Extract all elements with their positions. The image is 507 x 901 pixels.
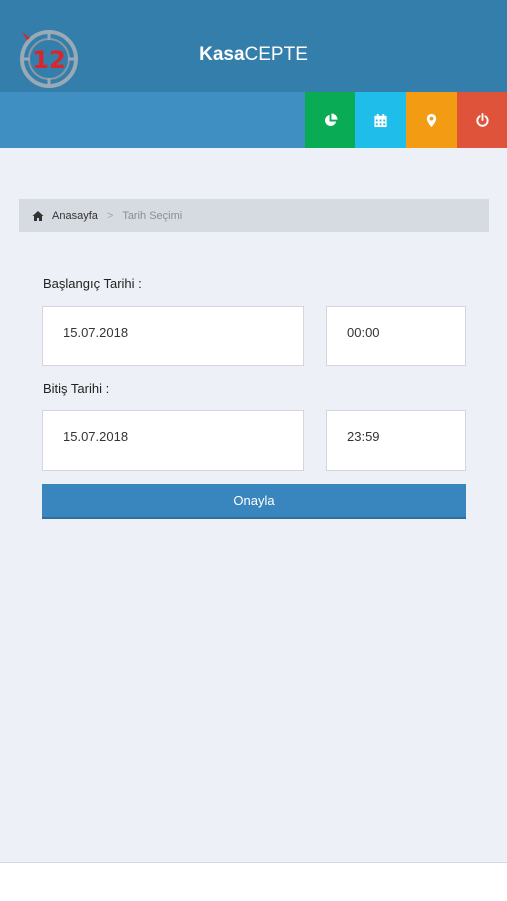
home-icon[interactable] bbox=[32, 210, 44, 222]
app-title-light: CEPTE bbox=[244, 44, 308, 65]
confirm-button[interactable]: Onayla bbox=[42, 484, 466, 519]
end-date-label: Bitiş Tarihi : bbox=[43, 381, 110, 396]
pie-chart-icon bbox=[324, 112, 338, 126]
map-marker-icon bbox=[426, 113, 437, 127]
start-date-input[interactable]: 15.07.2018 bbox=[42, 306, 304, 366]
start-time-input[interactable]: 00:00 bbox=[326, 306, 466, 366]
power-icon bbox=[475, 112, 489, 127]
logout-button[interactable] bbox=[457, 92, 507, 148]
end-date-input[interactable]: 15.07.2018 bbox=[42, 410, 304, 471]
app-header: 12 KasaCEPTE bbox=[0, 0, 507, 92]
calendar-button[interactable] bbox=[355, 92, 406, 148]
toolbar bbox=[0, 92, 507, 148]
footer bbox=[0, 862, 507, 901]
app-title-bold: Kasa bbox=[199, 44, 245, 65]
breadcrumb-home-link[interactable]: Anasayfa bbox=[52, 210, 98, 222]
start-date-label: Başlangıç Tarihi : bbox=[43, 276, 142, 291]
breadcrumb: Anasayfa > Tarih Seçimi bbox=[19, 199, 489, 232]
stats-button[interactable] bbox=[305, 92, 355, 148]
breadcrumb-separator: > bbox=[106, 209, 114, 222]
calendar-icon bbox=[374, 113, 387, 127]
end-time-input[interactable]: 23:59 bbox=[326, 410, 466, 471]
app-title: KasaCEPTE bbox=[0, 44, 507, 66]
location-button[interactable] bbox=[406, 92, 457, 148]
breadcrumb-current: Tarih Seçimi bbox=[122, 209, 183, 222]
